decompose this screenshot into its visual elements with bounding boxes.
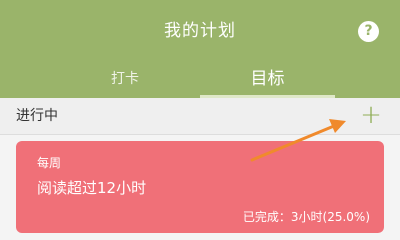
page-title: 我的计划 [164,21,236,41]
add-goal-button[interactable]: + [358,102,384,129]
help-icon[interactable]: ? [358,21,379,42]
section-header: 进行中 [0,98,400,135]
app-header: 我的计划 ? 打卡 目标 [0,0,400,98]
section-label: 进行中 [16,108,58,124]
goal-card[interactable]: 每周 阅读超过12小时 已完成：3小时(25.0%) [16,141,384,233]
tab-goal[interactable]: 目标 [200,64,335,94]
goal-progress: 已完成：3小时(25.0%) [242,210,370,224]
tab-checkin[interactable]: 打卡 [65,64,185,94]
goal-period: 每周 [37,156,62,170]
goal-title: 阅读超过12小时 [37,179,147,197]
